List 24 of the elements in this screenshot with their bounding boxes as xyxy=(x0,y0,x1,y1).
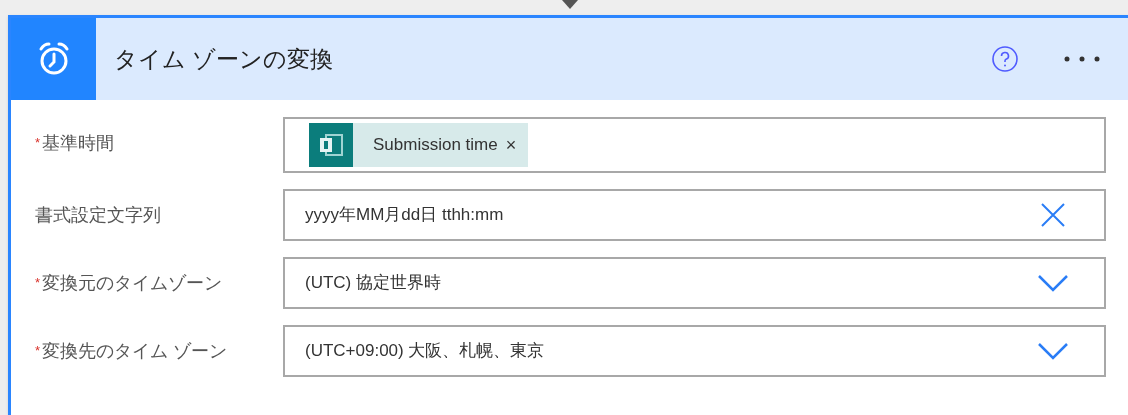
connector-arrow-icon xyxy=(562,0,578,9)
chevron-down-icon xyxy=(1038,342,1068,360)
input-field[interactable]: yyyy年MM月dd日 tthh:mm xyxy=(283,189,1106,241)
field-label: 変換先のタイム ゾーン xyxy=(42,340,228,363)
card-title: タイム ゾーンの変換 xyxy=(114,44,335,74)
help-icon[interactable] xyxy=(991,45,1019,73)
clear-icon[interactable] xyxy=(1041,203,1065,227)
forms-app-icon xyxy=(309,123,353,167)
input-field[interactable]: Submission time × xyxy=(283,117,1106,173)
field-value: yyyy年MM月dd日 tthh:mm xyxy=(305,204,505,227)
required-asterisk: * xyxy=(35,134,41,152)
required-asterisk: * xyxy=(35,342,41,360)
more-options-icon[interactable] xyxy=(1064,56,1100,62)
field-label: 基準時間 xyxy=(42,132,115,155)
dropdown-value: (UTC) 協定世界時 xyxy=(305,272,442,295)
field-label: 変換元のタイムゾーン xyxy=(42,272,223,295)
chevron-down-icon xyxy=(1038,274,1068,292)
required-asterisk: * xyxy=(35,274,41,292)
dropdown-field[interactable]: (UTC) 協定世界時 xyxy=(283,257,1106,309)
field-label: 書式設定文字列 xyxy=(35,204,161,227)
dropdown-field[interactable]: (UTC+09:00) 大阪、札幌、東京 xyxy=(283,325,1106,377)
token-label: Submission time xyxy=(373,134,498,157)
dropdown-value: (UTC+09:00) 大阪、札幌、東京 xyxy=(305,340,546,363)
remove-token-button[interactable]: × xyxy=(505,136,517,154)
